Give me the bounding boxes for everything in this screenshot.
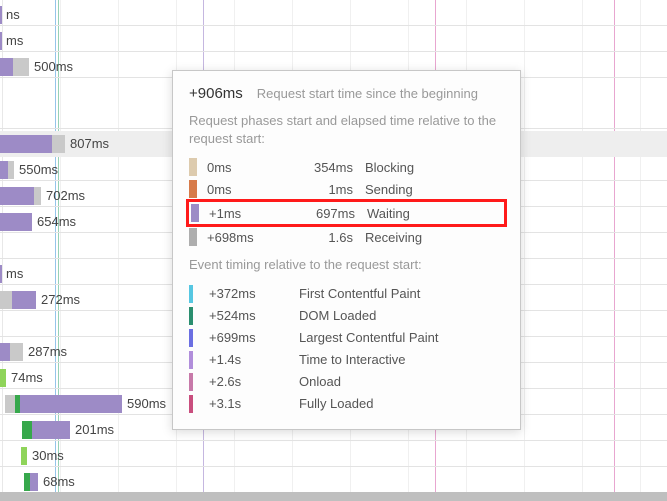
phases-caption: Request phases start and elapsed time re… <box>189 112 504 148</box>
event-name: Largest Contentful Paint <box>299 330 438 345</box>
event-row-onload: +2.6s Onload <box>189 371 504 393</box>
duration-label: 30ms <box>32 448 64 463</box>
event-name: DOM Loaded <box>299 308 376 323</box>
event-offset: +524ms <box>209 308 299 323</box>
event-offset: +1.4s <box>209 352 299 367</box>
scrollbar[interactable] <box>0 492 667 501</box>
event-row-tti: +1.4s Time to Interactive <box>189 349 504 371</box>
swatch-fully-loaded-icon <box>189 395 193 413</box>
duration-label: 590ms <box>127 396 166 411</box>
waterfall-row[interactable]: 30ms <box>0 447 667 465</box>
event-row-lcp: +699ms Largest Contentful Paint <box>189 327 504 349</box>
duration-label: ns <box>6 7 20 22</box>
duration-label: 272ms <box>41 292 80 307</box>
event-offset: +372ms <box>209 286 299 301</box>
event-row-fcp: +372ms First Contentful Paint <box>189 283 504 305</box>
swatch-blocking-icon <box>189 158 197 176</box>
duration-label: 550ms <box>19 162 58 177</box>
phase-offset: +1ms <box>209 206 291 221</box>
swatch-receiving-icon <box>189 228 197 246</box>
phase-offset: 0ms <box>207 182 289 197</box>
event-offset: +699ms <box>209 330 299 345</box>
duration-label: 287ms <box>28 344 67 359</box>
event-row-dom: +524ms DOM Loaded <box>189 305 504 327</box>
phase-duration: 1ms <box>289 182 353 197</box>
phase-duration: 1.6s <box>289 230 353 245</box>
duration-label: 74ms <box>11 370 43 385</box>
phase-name: Waiting <box>355 206 410 221</box>
duration-label: 500ms <box>34 59 73 74</box>
event-name: Fully Loaded <box>299 396 373 411</box>
duration-label: 807ms <box>70 136 109 151</box>
phase-duration: 354ms <box>289 160 353 175</box>
duration-label: 702ms <box>46 188 85 203</box>
events-caption: Event timing relative to the request sta… <box>189 256 504 274</box>
phase-row-receiving: +698ms 1.6s Receiving <box>189 226 504 248</box>
swatch-waiting-icon <box>191 204 199 222</box>
duration-label: 68ms <box>43 474 75 489</box>
duration-label: 201ms <box>75 422 114 437</box>
event-offset: +3.1s <box>209 396 299 411</box>
phase-row-sending: 0ms 1ms Sending <box>189 178 504 200</box>
event-name: First Contentful Paint <box>299 286 420 301</box>
phase-name: Sending <box>353 182 413 197</box>
phase-offset: 0ms <box>207 160 289 175</box>
event-row-fully-loaded: +3.1s Fully Loaded <box>189 393 504 415</box>
swatch-tti-icon <box>189 351 193 369</box>
request-start-time: +906ms <box>189 85 243 102</box>
phase-row-waiting: +1ms 697ms Waiting <box>186 199 507 227</box>
duration-label: ms <box>6 266 23 281</box>
swatch-sending-icon <box>189 180 197 198</box>
phase-duration: 697ms <box>291 206 355 221</box>
swatch-onload-icon <box>189 373 193 391</box>
duration-label: 654ms <box>37 214 76 229</box>
phase-offset: +698ms <box>207 230 289 245</box>
swatch-dom-icon <box>189 307 193 325</box>
duration-label: ms <box>6 33 23 48</box>
timing-tooltip: +906ms Request start time since the begi… <box>172 70 521 430</box>
swatch-lcp-icon <box>189 329 193 347</box>
request-start-caption: Request start time since the beginning <box>257 86 478 101</box>
event-name: Time to Interactive <box>299 352 405 367</box>
waterfall-row[interactable]: ns <box>0 6 667 24</box>
event-offset: +2.6s <box>209 374 299 389</box>
swatch-fcp-icon <box>189 285 193 303</box>
phase-name: Blocking <box>353 160 414 175</box>
tooltip-header: +906ms Request start time since the begi… <box>189 85 504 102</box>
event-name: Onload <box>299 374 341 389</box>
phase-row-blocking: 0ms 354ms Blocking <box>189 156 504 178</box>
phase-name: Receiving <box>353 230 422 245</box>
waterfall-row[interactable]: ms <box>0 32 667 50</box>
waterfall-row[interactable]: 68ms <box>0 473 667 491</box>
